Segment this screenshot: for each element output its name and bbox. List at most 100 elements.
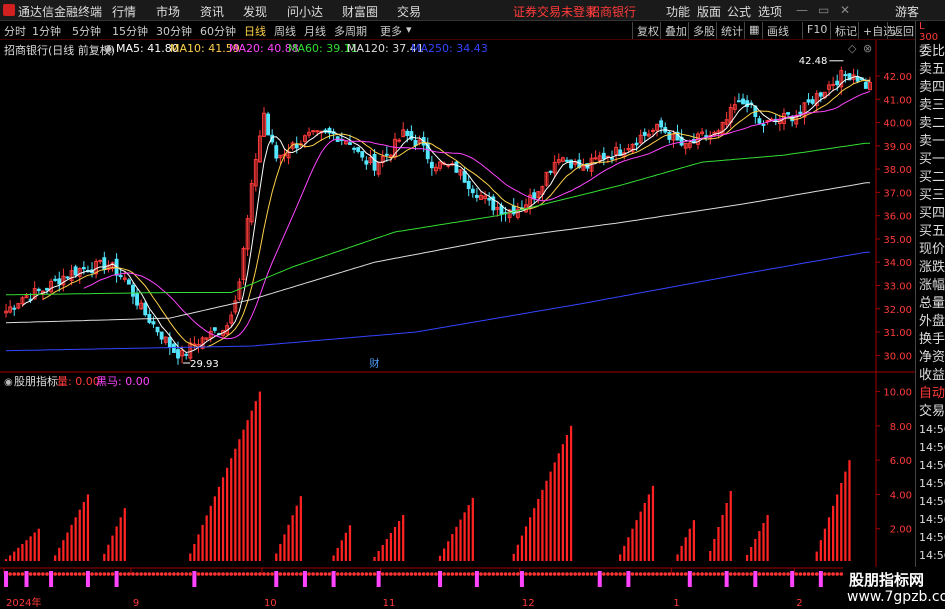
candle-down[interactable] [118,275,123,278]
menu-item-wealth[interactable]: 财富圈 [342,3,378,20]
period-intraday[interactable]: 分时 [4,23,26,39]
candle-down[interactable] [487,198,492,201]
period-monthly[interactable]: 月线 [304,23,326,39]
panel-item[interactable]: 14:56 [916,547,945,565]
candle-down[interactable] [786,112,790,115]
candle-down[interactable] [466,180,471,189]
draw-grid-icon[interactable]: ▦ [744,22,763,39]
panel-item[interactable]: 现价 [916,241,945,259]
panel-item[interactable]: 涨跌 [916,259,945,277]
candle-down[interactable] [659,120,664,128]
candle-down[interactable] [167,337,172,348]
candle-down[interactable] [634,142,639,146]
panel-item[interactable]: 交易 [916,403,945,421]
panel-item[interactable]: 14:56 [916,439,945,457]
candle-up[interactable] [311,130,316,133]
panel-item[interactable]: 买三 [916,187,945,205]
panel-item[interactable]: 买二 [916,169,945,187]
candle-down[interactable] [548,170,553,173]
kline-chart[interactable]: 30.00 31.00 32.00 33.00 34.00 35.00 36.00 37.00… [0,40,915,609]
candle-up[interactable] [831,83,836,86]
candle-down[interactable] [454,161,459,173]
candle-down[interactable] [73,266,78,276]
candle-down[interactable] [818,92,823,97]
candle-down[interactable] [601,152,606,160]
candle-down[interactable] [327,127,332,134]
period-multi[interactable]: 多周期 [334,23,367,39]
candle-down[interactable] [532,192,537,200]
panel-item[interactable]: 收益 [916,367,945,385]
period-more[interactable]: 更多 [380,23,402,39]
panel-item[interactable]: 涨幅 [916,277,945,295]
statistics-button[interactable]: 统计 [716,22,747,39]
candle-down[interactable] [704,135,709,138]
adjust-button[interactable]: 复权 [632,22,663,39]
candle-down[interactable] [65,276,70,279]
panel-item[interactable]: 14:56 [916,529,945,547]
draw-line-button[interactable]: 画线 [762,22,793,39]
panel-item[interactable]: 外盘 [916,313,945,331]
candle-up[interactable] [397,139,402,142]
candle-down[interactable] [143,302,148,316]
guest-label[interactable]: 游客 [895,3,919,20]
candle-down[interactable] [499,205,504,215]
panel-item[interactable]: 卖一 [916,133,945,151]
menu-item-market[interactable]: 市场 [156,3,180,20]
candle-down[interactable] [131,284,135,297]
candle-down[interactable] [798,111,803,115]
panel-item[interactable]: 买四 [916,205,945,223]
menu-item-news[interactable]: 资讯 [200,3,224,20]
candle-down[interactable] [741,98,745,105]
period-30min[interactable]: 30分钟 [156,23,192,39]
menu-item-formula[interactable]: 公式 [727,3,751,20]
period-daily[interactable]: 日线 [244,23,266,39]
candle-down[interactable] [372,153,377,171]
panel-item[interactable]: 14:56 [916,475,945,493]
chart-settings-diamond-icon[interactable]: ◇ [848,42,856,55]
candle-down[interactable] [102,257,107,271]
candle-down[interactable] [462,170,467,183]
period-1min[interactable]: 1分钟 [32,23,61,39]
panel-item[interactable]: 委比 [916,43,945,61]
candle-down[interactable] [126,279,131,285]
panel-item[interactable]: 卖三 [916,97,945,115]
chart-close-icon[interactable]: ⊗ [863,42,872,55]
candle-down[interactable] [474,194,479,198]
candle-down[interactable] [155,326,160,333]
candle-down[interactable] [176,349,180,359]
candle-down[interactable] [53,278,58,281]
candle-down[interactable] [835,80,840,86]
candle-down[interactable] [863,81,868,89]
candle-down[interactable] [667,131,672,140]
period-5min[interactable]: 5分钟 [72,23,101,39]
candle-down[interactable] [36,288,41,292]
candle-down[interactable] [610,157,614,160]
candle-down[interactable] [429,161,434,169]
candle-down[interactable] [57,278,62,285]
candle-down[interactable] [360,151,365,158]
panel-item[interactable]: 买一 [916,151,945,169]
candle-down[interactable] [151,321,156,325]
candle-down[interactable] [266,113,271,136]
panel-item[interactable]: 卖四 [916,79,945,97]
candle-down[interactable] [184,353,189,356]
login-warning[interactable]: 证券交易未登录 [513,3,597,20]
period-weekly[interactable]: 周线 [274,23,296,39]
candle-up[interactable] [315,130,320,133]
more-chevron-down-icon[interactable]: ▾ [406,23,412,36]
panel-item[interactable]: 卖二 [916,115,945,133]
candle-down[interactable] [405,130,410,136]
candle-down[interactable] [212,327,217,331]
candle-down[interactable] [843,74,848,77]
candle-down[interactable] [171,343,176,353]
candle-down[interactable] [12,307,17,310]
ma-toggle-icon[interactable]: ◉ [104,42,114,55]
panel-item[interactable]: 换手 [916,331,945,349]
window-restore-icon[interactable]: ▭ [818,3,829,17]
candle-down[interactable] [642,131,647,136]
menu-item-ask[interactable]: 问小达 [287,3,323,20]
f10-button[interactable]: F10 [802,22,831,39]
candle-down[interactable] [806,99,811,103]
panel-item[interactable]: 14:56 [916,493,945,511]
candle-down[interactable] [757,118,762,124]
